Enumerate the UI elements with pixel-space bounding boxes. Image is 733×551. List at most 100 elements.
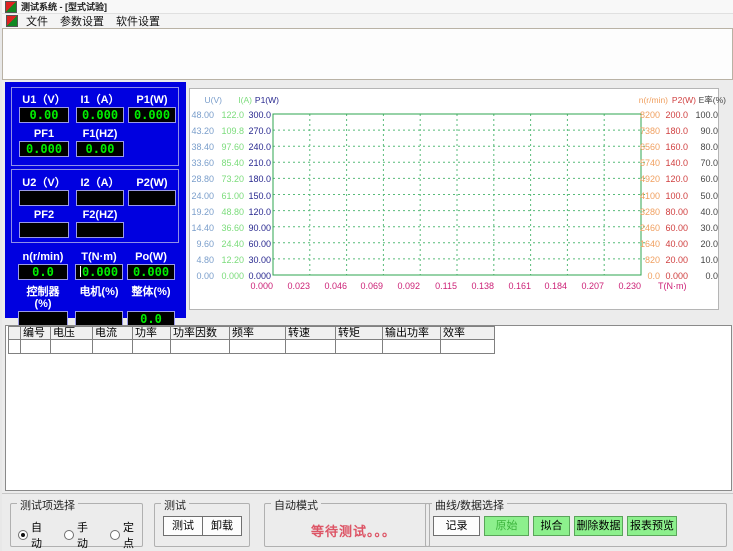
- chart-panel: U(V)48.0043.2038.4033.6028.8024.0019.201…: [189, 88, 719, 310]
- right-axis-header-2: E率(%): [692, 95, 726, 105]
- right-axis-tick: 20.0: [692, 239, 718, 249]
- table-header-cell[interactable]: 转矩: [336, 326, 383, 340]
- right-axis-tick: 30.0: [692, 223, 718, 233]
- right-axis-tick: 3280: [634, 207, 660, 217]
- auto-mode-group: 自动模式 等待测试。。。: [264, 503, 430, 547]
- left-axis-tick: 270.0: [245, 126, 271, 136]
- left-axis-tick: 30.00: [245, 255, 271, 265]
- table-header-cell[interactable]: 频率: [230, 326, 286, 340]
- menu-items: 文件参数设置软件设置: [20, 13, 166, 29]
- left-axis-tick: 122.0: [217, 110, 244, 120]
- table-header-cell[interactable]: 电压: [51, 326, 93, 340]
- left-axis-tick: 0.000: [245, 271, 271, 281]
- test-button[interactable]: 测试: [163, 516, 203, 536]
- u1-display: 0.00: [19, 107, 69, 123]
- table-cell: [383, 340, 441, 354]
- record-button[interactable]: 记录: [433, 516, 480, 536]
- radio-option-0[interactable]: 自动: [18, 519, 50, 551]
- right-axis-tick: 0.0: [634, 271, 660, 281]
- right-axis-tick: 6560: [634, 142, 660, 152]
- p2-label: P2(W): [128, 177, 176, 189]
- left-axis-tick: 0.000: [217, 271, 244, 281]
- report-preview-button[interactable]: 报表预览: [627, 516, 677, 536]
- torque-label: T(N·m): [75, 251, 123, 263]
- meter-panel: U1（V） I1（A） P1(W) 0.00 0.000 0.000 PF1 F…: [5, 82, 186, 318]
- right-axis-tick: 4920: [634, 174, 660, 184]
- x-axis-tick: 0.115: [423, 281, 457, 291]
- right-axis-tick: 820: [634, 255, 660, 265]
- unload-button[interactable]: 卸载: [202, 516, 242, 536]
- left-axis-tick: 109.8: [217, 126, 244, 136]
- x-axis-tick: 0.069: [349, 281, 383, 291]
- radio-label: 手动: [77, 519, 96, 551]
- radio-icon[interactable]: [64, 530, 74, 540]
- right-axis-tick: 70.0: [692, 158, 718, 168]
- table-header-cell[interactable]: 功率: [133, 326, 171, 340]
- table-header-cell[interactable]: 效率: [441, 326, 495, 340]
- right-axis-tick: 0.0: [692, 271, 718, 281]
- raw-button[interactable]: 原始: [484, 516, 529, 536]
- table-header-cell[interactable]: 转速: [286, 326, 336, 340]
- right-axis-tick: 5740: [634, 158, 660, 168]
- left-axis-tick: 48.00: [190, 110, 214, 120]
- child-window-icon[interactable]: [6, 15, 18, 27]
- radio-label: 自动: [31, 519, 50, 551]
- radio-label: 定点: [123, 519, 142, 551]
- right-axis-tick: 140.0: [663, 158, 688, 168]
- left-axis-tick: 180.0: [245, 174, 271, 184]
- right-axis-tick: 80.0: [692, 142, 718, 152]
- x-axis-tick: 0.000: [239, 281, 273, 291]
- pf1-display: 0.000: [19, 141, 69, 157]
- x-axis-tick: 0.161: [497, 281, 531, 291]
- right-axis-tick: 20.00: [663, 255, 688, 265]
- right-axis-tick: 120.0: [663, 174, 688, 184]
- group-title: 测试: [161, 497, 189, 513]
- right-axis-tick: 2460: [634, 223, 660, 233]
- right-axis-tick: 160.0: [663, 142, 688, 152]
- menu-item-1[interactable]: 参数设置: [54, 13, 110, 29]
- table-cell: [8, 340, 21, 354]
- radio-icon[interactable]: [18, 530, 28, 540]
- left-axis-tick: 150.0: [245, 191, 271, 201]
- table-header-cell[interactable]: 输出功率: [383, 326, 441, 340]
- fit-button[interactable]: 拟合: [533, 516, 570, 536]
- left-axis-tick: 24.00: [190, 191, 214, 201]
- x-axis-tick: 0.138: [460, 281, 494, 291]
- u2-label: U2（V）: [19, 177, 69, 189]
- left-axis-tick: 240.0: [245, 142, 271, 152]
- left-axis-tick: 12.20: [217, 255, 244, 265]
- right-axis-tick: 60.00: [663, 223, 688, 233]
- delete-data-button[interactable]: 删除数据: [574, 516, 623, 536]
- table-header-cell[interactable]: 电流: [93, 326, 133, 340]
- speed-label: n(r/min): [18, 251, 68, 263]
- po-display: 0.000: [127, 264, 175, 280]
- x-axis-tick: 0.092: [386, 281, 420, 291]
- torque-display[interactable]: 0.000: [75, 264, 123, 280]
- left-axis-tick: 300.0: [245, 110, 271, 120]
- radio-icon[interactable]: [110, 530, 120, 540]
- menu-item-0[interactable]: 文件: [20, 13, 54, 29]
- app-window: 测试系统 - [型式试验] 文件参数设置软件设置 U1（V） I1（A） P1(…: [0, 0, 733, 551]
- table-header-cell[interactable]: [8, 326, 21, 340]
- left-axis-tick: 90.00: [245, 223, 271, 233]
- right-axis-tick: 40.0: [692, 207, 718, 217]
- motor-eff-label: 电机(%): [75, 286, 123, 310]
- radio-option-2[interactable]: 定点: [110, 519, 142, 551]
- meter-group-3: n(r/min) T(N·m) Po(W) 0.0 0.000 0.000 控制…: [11, 248, 179, 316]
- pf2-display: [19, 222, 69, 238]
- table-cell: [286, 340, 336, 354]
- radio-option-1[interactable]: 手动: [64, 519, 96, 551]
- left-axis-tick: 4.80: [190, 255, 214, 265]
- i2-label: I2（A）: [76, 177, 124, 189]
- left-axis-tick: 73.20: [217, 174, 244, 184]
- left-axis-tick: 120.0: [245, 207, 271, 217]
- po-label: Po(W): [127, 251, 175, 263]
- table-header-cell[interactable]: 编号: [21, 326, 51, 340]
- table-cell: [133, 340, 171, 354]
- menu-item-2[interactable]: 软件设置: [110, 13, 166, 29]
- table-header-cell[interactable]: 功率因数: [171, 326, 230, 340]
- right-axis-tick: 7380: [634, 126, 660, 136]
- test-group: 测试 测试 卸载: [154, 503, 250, 547]
- table-header-row: 编号电压电流功率功率因数频率转速转矩输出功率效率: [8, 326, 731, 340]
- right-axis-tick: 8200: [634, 110, 660, 120]
